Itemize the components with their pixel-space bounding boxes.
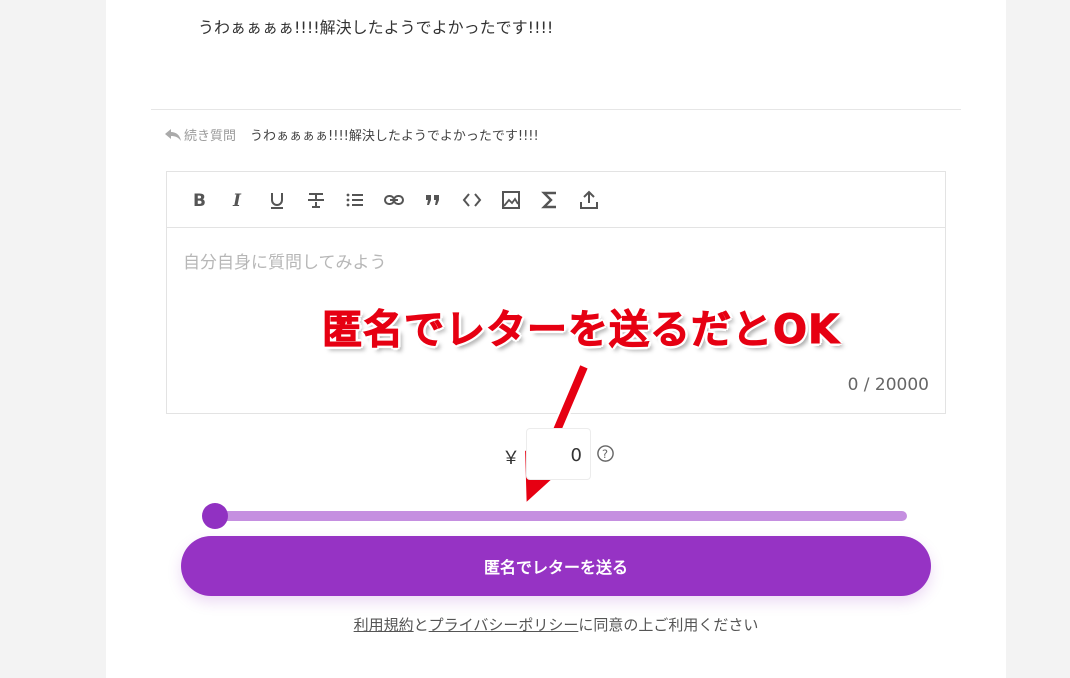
link-icon <box>383 194 404 205</box>
reply-quote: うわぁぁぁぁ!!!!解決したようでよかったです!!!! <box>250 129 539 144</box>
slider-thumb[interactable] <box>202 503 228 529</box>
strikethrough-icon <box>307 192 324 208</box>
bullet-list-button[interactable] <box>335 185 374 215</box>
editor-toolbar: B I <box>167 172 945 228</box>
quote-icon <box>425 194 439 205</box>
reply-context: 続き質問 うわぁぁぁぁ!!!!解決したようでよかったです!!!! <box>164 125 539 144</box>
quote-button[interactable] <box>413 185 452 215</box>
amount-value: 0 <box>570 445 582 466</box>
letter-card: うわぁぁぁぁ!!!!解決したようでよかったです!!!! 続き質問 うわぁぁぁぁ!… <box>106 0 1006 678</box>
italic-button[interactable]: I <box>218 185 257 215</box>
bullet-list-icon <box>346 193 363 206</box>
previous-message: うわぁぁぁぁ!!!!解決したようでよかったです!!!! <box>198 18 554 37</box>
code-button[interactable] <box>452 185 491 215</box>
bold-icon: B <box>193 191 206 210</box>
upload-icon <box>579 190 598 209</box>
divider <box>151 109 961 110</box>
amount-slider[interactable] <box>202 503 907 529</box>
character-counter: 0 / 20000 <box>847 375 929 395</box>
svg-text:B: B <box>193 191 206 210</box>
underline-button[interactable] <box>257 185 296 215</box>
send-anonymous-letter-button[interactable]: 匿名でレターを送る <box>181 536 931 596</box>
strikethrough-button[interactable] <box>296 185 335 215</box>
privacy-policy-link[interactable]: プライバシーポリシー <box>429 616 579 634</box>
editor-placeholder: 自分自身に質問してみよう <box>183 253 387 273</box>
reply-label: 続き質問 <box>184 129 237 144</box>
upload-button[interactable] <box>569 185 608 215</box>
amount-input[interactable]: 0 <box>526 428 591 480</box>
code-icon <box>462 192 481 207</box>
sigma-button[interactable] <box>530 185 569 215</box>
price-row: ￥ 0 ? <box>106 428 1006 480</box>
terms-of-service-link[interactable]: 利用規約 <box>354 616 414 634</box>
sigma-icon <box>540 191 556 208</box>
terms-suffix: に同意の上ご利用ください <box>578 616 759 634</box>
help-icon[interactable]: ? <box>596 444 615 463</box>
bold-button[interactable]: B <box>179 185 218 215</box>
slider-track[interactable] <box>203 511 907 521</box>
reply-icon <box>165 128 181 141</box>
svg-text:I: I <box>232 191 242 210</box>
italic-icon: I <box>232 191 242 210</box>
image-button[interactable] <box>491 185 530 215</box>
image-icon <box>501 190 520 209</box>
link-button[interactable] <box>374 185 413 215</box>
annotation-callout: 匿名でレターを送るだとOK <box>322 307 840 354</box>
currency-symbol: ￥ <box>502 448 520 469</box>
terms-notice: 利用規約とプライバシーポリシーに同意の上ご利用ください <box>106 614 1006 635</box>
terms-conjunction: と <box>413 616 429 634</box>
underline-icon <box>270 192 283 209</box>
svg-text:?: ? <box>602 447 608 461</box>
